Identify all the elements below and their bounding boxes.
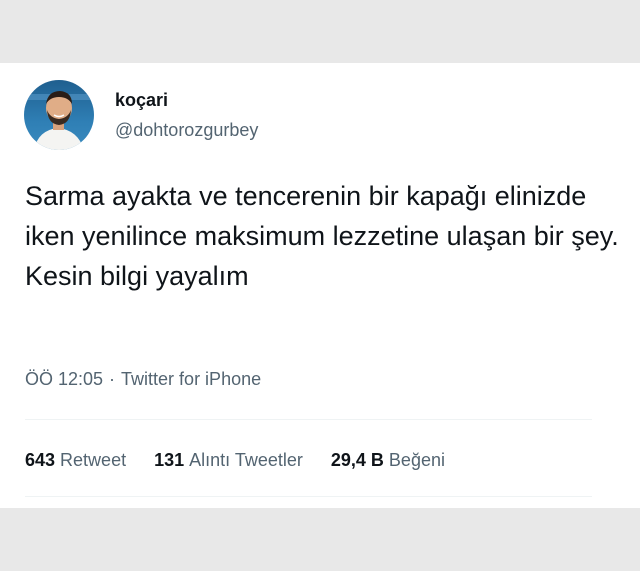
user-handle[interactable]: @dohtorozgurbey — [115, 120, 258, 141]
divider-top — [25, 419, 592, 420]
display-name[interactable]: koçari — [115, 90, 168, 111]
tweet-card: koçari @dohtorozgurbey Sarma ayakta ve t… — [0, 63, 640, 508]
avatar-photo — [24, 80, 94, 150]
likes-label: Beğeni — [388, 450, 445, 470]
retweets-stat[interactable]: 643 Retweet — [25, 450, 126, 471]
retweets-label: Retweet — [60, 450, 127, 470]
quotes-stat[interactable]: 131 Alıntı Tweetler — [154, 450, 303, 471]
tweet-source[interactable]: Twitter for iPhone — [121, 369, 261, 389]
tweet-time[interactable]: ÖÖ 12:05 — [25, 369, 103, 389]
likes-count: 29,4 B — [330, 450, 384, 470]
tweet-meta: ÖÖ 12:05 · Twitter for iPhone — [25, 369, 261, 390]
quotes-label: Alıntı Tweetler — [189, 450, 303, 470]
quotes-count: 131 — [154, 450, 185, 470]
likes-stat[interactable]: 29,4 B Beğeni — [331, 450, 445, 471]
meta-separator: · — [109, 369, 116, 389]
avatar[interactable] — [24, 80, 94, 150]
divider-bottom — [25, 496, 592, 497]
retweets-count: 643 — [25, 450, 56, 470]
tweet-stats: 643 Retweet 131 Alıntı Tweetler 29,4 B Beğe… — [25, 450, 473, 471]
tweet-text: Sarma ayakta ve tencerenin bir kapağı el… — [25, 181, 619, 291]
